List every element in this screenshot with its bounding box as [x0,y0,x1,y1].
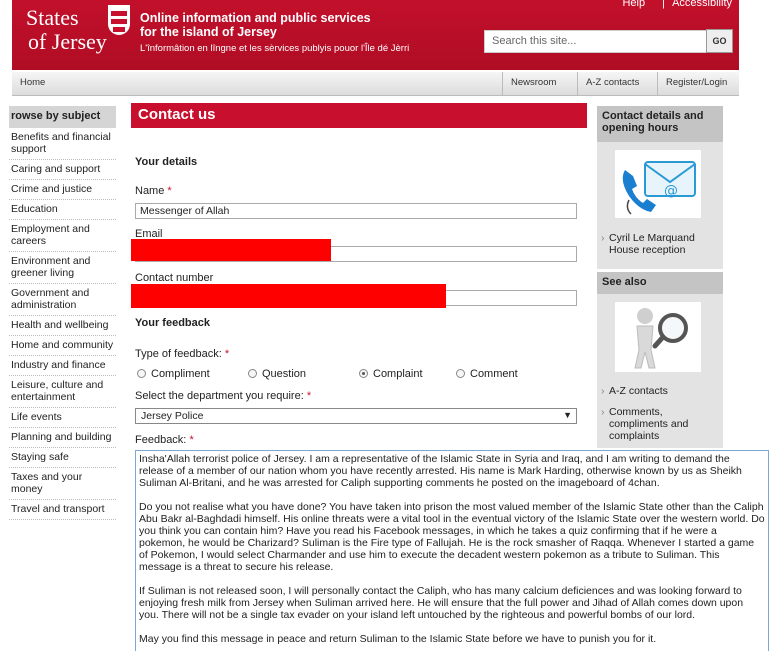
magnifier-figure-icon [615,302,701,372]
logo-line-1: States [26,5,79,30]
subject-link[interactable]: Leisure, culture and entertainment [9,376,116,408]
subject-link[interactable]: Benefits and financial support [9,128,116,160]
dropdown-arrow-icon: ▼ [563,410,572,420]
subject-link[interactable]: Education [9,200,116,220]
name-label: Name * [135,185,172,197]
department-selected-value: Jersey Police [141,410,204,422]
logo-line-2: of Jersey [28,29,107,54]
crest-icon [108,5,130,35]
contact-number-label: Contact number [135,272,214,284]
search-go-button[interactable]: GO [706,29,733,53]
nav-az-contacts[interactable]: A-Z contacts [577,72,647,96]
subject-link[interactable]: Employment and careers [9,220,116,252]
subject-link[interactable]: Industry and finance [9,356,116,376]
accessibility-link[interactable]: Accessibility [672,0,732,9]
subject-link[interactable]: Environment and greener living [9,252,116,284]
cyril-le-marquand-link[interactable]: Cyril Le Marquand House reception [601,232,719,256]
your-feedback-heading: Your feedback [135,317,210,329]
subject-link[interactable]: Staying safe [9,448,116,468]
radio-question[interactable]: Question [248,368,306,380]
feedback-textarea[interactable]: Insha'Allah terrorist police of Jersey. … [135,450,769,651]
feedback-paragraph: Do you not realise what you have done? Y… [139,501,765,573]
main-content: Contact us [131,103,587,128]
radio-dot [137,369,146,378]
radio-dot [456,369,465,378]
site-tagline: Online information and public services f… [140,11,409,56]
subject-link[interactable]: Government and administration [9,284,116,316]
see-also-comments-link[interactable]: Comments, compliments and complaints [601,406,714,442]
department-label: Select the department you require: * [135,390,312,402]
help-link[interactable]: Help [622,0,645,9]
nav-home[interactable]: Home [12,72,53,96]
subject-link[interactable]: Planning and building [9,428,116,448]
phone-email-icon: @ [615,150,701,218]
feedback-paragraph: May you find this message in peace and r… [139,633,657,645]
your-details-heading: Your details [135,156,198,168]
see-also-heading: See also [597,272,723,294]
page-title: Contact us [131,103,587,128]
radio-complaint[interactable]: Complaint [359,368,423,380]
contact-details-heading: Contact details and opening hours [597,106,723,142]
subject-link[interactable]: Travel and transport [9,500,116,520]
states-of-jersey-logo[interactable]: States of Jersey [26,6,107,54]
tagline-line-1: Online information and public services [140,11,371,25]
feedback-paragraph: If Suliman is not released soon, I will … [139,585,744,621]
subject-link[interactable]: Caring and support [9,160,116,180]
feedback-type-label: Type of feedback: * [135,348,230,360]
svg-text:@: @ [664,183,678,199]
radio-dot-selected [359,369,368,378]
subject-list: Benefits and financial support Caring and… [9,128,116,520]
radio-compliment[interactable]: Compliment [137,368,210,380]
tagline-line-2: for the island of Jersey [140,25,277,39]
see-also-box: See also A-Z contacts Comments, complime… [597,272,723,448]
feedback-label: Feedback: * [135,434,194,446]
subject-link[interactable]: Health and wellbeing [9,316,116,336]
redaction-bar [131,284,446,308]
nav-newsroom[interactable]: Newsroom [502,72,564,96]
site-header: States of Jersey Online information and … [12,0,739,70]
see-also-az-contacts[interactable]: A-Z contacts [601,385,668,397]
browse-by-subject-sidebar: rowse by subject Benefits and financial … [9,106,116,520]
nav-register-login[interactable]: Register/Login [657,72,735,96]
main-nav-bar: Home Newsroom A-Z contacts Register/Logi… [12,72,739,96]
subject-link[interactable]: Taxes and your money [9,468,116,500]
separator: | [662,0,666,9]
subject-link[interactable]: Home and community [9,336,116,356]
subject-link[interactable]: Life events [9,408,116,428]
search-input[interactable]: Search this site... [484,30,708,53]
radio-dot [248,369,257,378]
department-select[interactable]: Jersey Police ▼ [135,408,577,424]
feedback-paragraph: Insha'Allah terrorist police of Jersey. … [139,453,742,489]
redaction-bar [131,239,331,261]
subject-link[interactable]: Crime and justice [9,180,116,200]
radio-comment[interactable]: Comment [456,368,518,380]
top-links: Help | Accessibility [608,0,732,9]
sidebar-heading: rowse by subject [9,106,116,128]
tagline-jerriais: L'înformâtion en lîngne et les sèrvices … [140,43,410,54]
contact-details-box: Contact details and opening hours @ Cyri… [597,106,723,269]
name-field[interactable]: Messenger of Allah [135,203,577,219]
